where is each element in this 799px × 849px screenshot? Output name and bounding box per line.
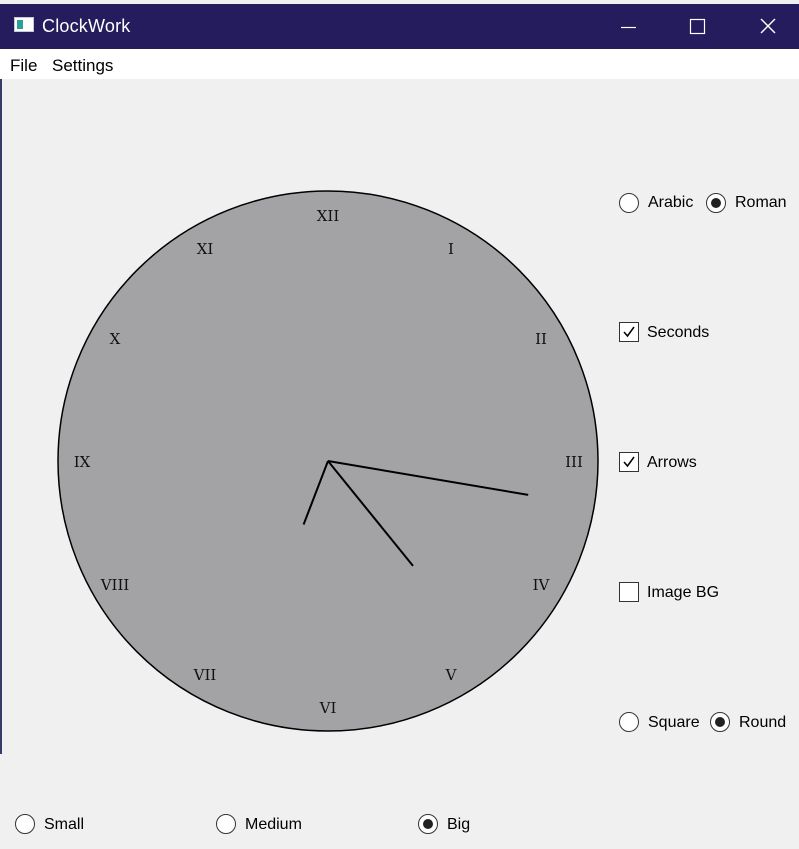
round-radio[interactable]	[710, 712, 730, 732]
round-label: Round	[739, 714, 787, 731]
clock-numeral: XI	[197, 240, 214, 258]
image-bg-checkbox[interactable]	[619, 582, 639, 602]
clock-numeral: X	[110, 330, 121, 348]
checkmark-icon	[623, 456, 635, 468]
medium-radio[interactable]	[216, 814, 236, 834]
clock-numeral: I	[448, 240, 454, 258]
clock-numeral: XII	[317, 207, 340, 225]
arrows-label: Arrows	[647, 454, 697, 471]
medium-label: Medium	[245, 816, 302, 833]
roman-radio[interactable]	[706, 193, 726, 213]
clock-numeral: III	[565, 453, 583, 471]
big-label: Big	[447, 816, 471, 833]
arrows-checkbox[interactable]	[619, 452, 639, 472]
image-bg-label: Image BG	[647, 584, 720, 601]
roman-label: Roman	[735, 194, 787, 211]
clock-numeral: IV	[533, 576, 551, 594]
clock-numeral: VII	[193, 666, 217, 684]
clock-numeral: V	[445, 666, 458, 684]
arabic-radio[interactable]	[619, 193, 639, 213]
arabic-label: Arabic	[648, 194, 694, 211]
clock-numeral: VI	[319, 699, 337, 717]
clock-numeral: IX	[74, 453, 91, 471]
seconds-label: Seconds	[647, 324, 710, 341]
square-label: Square	[648, 714, 700, 731]
clock-numeral: II	[535, 330, 547, 348]
square-radio[interactable]	[619, 712, 639, 732]
clock-numeral: VIII	[100, 576, 130, 594]
seconds-checkbox[interactable]	[619, 322, 639, 342]
small-label: Small	[44, 816, 85, 833]
checkmark-icon	[623, 326, 635, 338]
small-radio[interactable]	[15, 814, 35, 834]
big-radio[interactable]	[418, 814, 438, 834]
